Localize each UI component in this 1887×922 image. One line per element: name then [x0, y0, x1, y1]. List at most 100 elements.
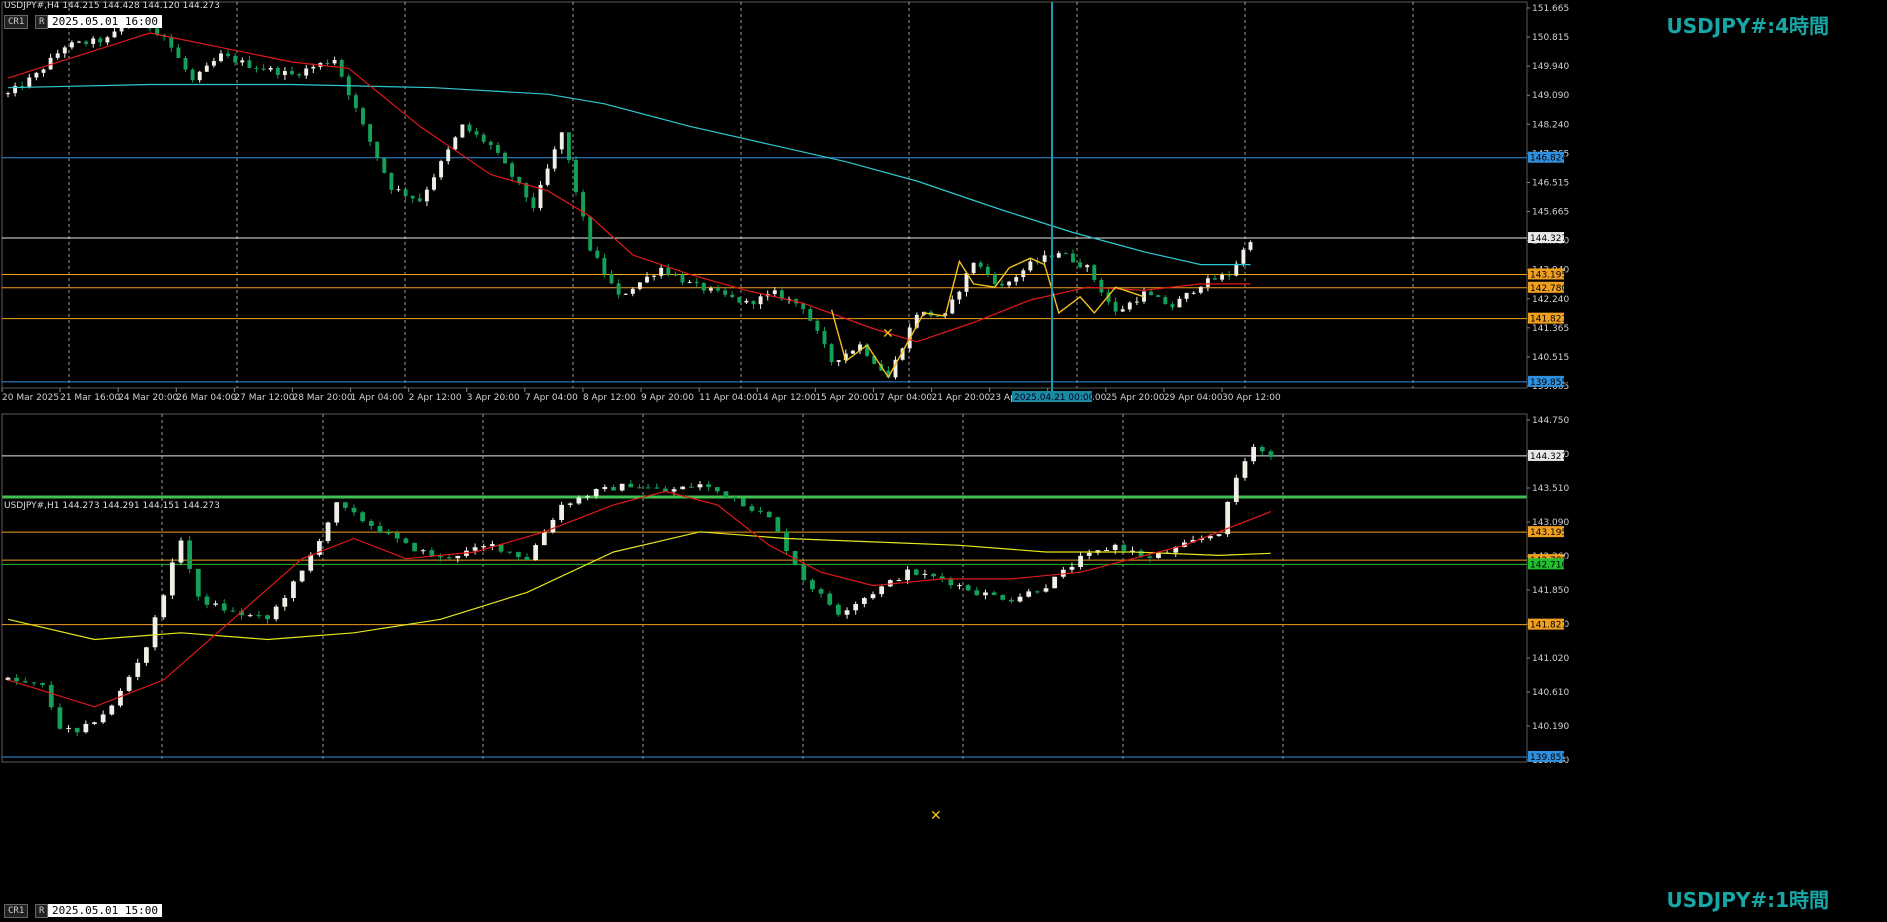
bottom-candle-body: [92, 722, 97, 724]
top-candle-body: [77, 41, 81, 43]
top-candle-body: [1149, 291, 1154, 296]
top-xtick-label: 30 Apr 12:00: [1222, 393, 1281, 403]
bottom-candle-body: [221, 603, 227, 611]
top-candle-body: [460, 124, 465, 138]
bottom-candle-body: [766, 511, 772, 518]
bottom-candle-body: [1156, 553, 1161, 558]
pane-divider: [0, 404, 1887, 410]
top-time-stamp: 2025.05.01 16:00: [48, 15, 162, 28]
top-candle-body: [744, 300, 749, 303]
bottom-candle-body: [550, 520, 556, 533]
top-candle-body: [55, 53, 60, 58]
top-cursor-time-label: 2025.04.21 00:00: [1014, 393, 1095, 403]
top-candle-body: [481, 134, 486, 142]
top-candle-body: [417, 198, 422, 202]
bottom-candle-body: [619, 483, 625, 491]
top-candle-body: [609, 273, 614, 284]
bottom-candle-body: [342, 502, 348, 508]
top-candle-body: [1227, 274, 1232, 276]
top-candle-body: [332, 59, 337, 64]
bottom-candle-body: [671, 489, 677, 492]
top-candle-body: [226, 53, 231, 56]
top-xtick-label: 25 Apr 20:00: [1106, 393, 1165, 403]
bottom-candle-body: [628, 483, 634, 488]
bottom-candle-body: [533, 545, 539, 561]
top-candle-body: [978, 262, 983, 267]
top-candle-body: [439, 161, 444, 178]
bottom-candle-body: [351, 507, 357, 513]
bottom-candle-body: [377, 525, 383, 533]
top-candle-body: [197, 71, 202, 81]
bottom-candle-body: [230, 610, 236, 612]
top-candle-body: [716, 288, 720, 291]
bottom-candle-body: [957, 585, 962, 587]
top-candle-body: [595, 250, 600, 258]
top-candle-body: [616, 283, 621, 295]
top-candle-body: [446, 149, 451, 162]
top-candle-body: [1205, 278, 1210, 287]
bottom-candle-body: [291, 581, 296, 598]
bottom-candle-body: [541, 532, 547, 546]
bottom-ytick-label: 143.510: [1532, 484, 1569, 494]
bottom-candle-body: [1078, 555, 1083, 567]
cr-button[interactable]: CR1: [4, 15, 29, 29]
top-candle-body: [687, 282, 692, 284]
top-candle-body: [694, 282, 699, 284]
bottom-candle-body: [1121, 544, 1127, 551]
bottom-candle-body: [654, 487, 660, 489]
top-candle-body: [240, 60, 245, 63]
bottom-candle-body: [481, 546, 487, 548]
top-candle-body: [361, 108, 365, 125]
top-ytick-label: 149.940: [1532, 62, 1569, 72]
top-candle-body: [708, 288, 713, 291]
top-ytick-label: 150.815: [1532, 33, 1569, 43]
top-xtick-label: 7 Apr 04:00: [525, 393, 578, 403]
top-candle-body: [559, 132, 564, 150]
bottom-candle-body: [758, 510, 763, 512]
top-candle-body: [623, 293, 628, 295]
top-candle-body: [645, 276, 649, 283]
top-candle-body: [282, 71, 287, 75]
bottom-candle-body: [1026, 591, 1032, 597]
top-candle-body: [723, 290, 728, 295]
bottom-candle-body: [247, 615, 253, 617]
top-xtick-label: 26 Mar 04:00: [176, 393, 236, 403]
bottom-candle-body: [1147, 556, 1153, 558]
top-candle-body: [389, 172, 394, 191]
bottom-candle-body: [784, 532, 789, 552]
top-candle-body: [673, 274, 678, 276]
bottom-candle-body: [913, 569, 919, 575]
top-candle-body: [353, 95, 358, 109]
top-candle-body: [1007, 281, 1012, 286]
top-candle-body: [467, 124, 472, 132]
cr-button-bottom[interactable]: CR1: [4, 904, 29, 918]
bottom-candle-body: [1251, 446, 1256, 462]
bottom-candle-body: [31, 682, 37, 684]
top-candle-body: [1113, 301, 1118, 312]
top-candle-body: [183, 58, 188, 70]
top-candle-body: [566, 132, 571, 161]
bottom-candle-body: [394, 532, 400, 539]
bottom-candle-body: [299, 570, 305, 582]
r-button-bottom[interactable]: R: [35, 904, 49, 918]
top-candle-body: [957, 291, 962, 300]
top-candle-body: [261, 68, 266, 70]
bottom-candle-body: [169, 562, 175, 596]
top-candle-body: [552, 149, 557, 169]
top-candle-body: [304, 68, 309, 76]
bottom-candle-body: [637, 487, 642, 489]
top-candle-body: [829, 344, 834, 362]
top-candle-body: [495, 145, 500, 153]
bottom-candle-body: [273, 606, 279, 620]
bottom-candle-body: [559, 504, 564, 521]
top-candle-body: [652, 275, 657, 277]
bottom-candle-body: [965, 585, 971, 591]
top-candle-body: [1163, 297, 1168, 305]
bottom-candle-body: [585, 496, 590, 498]
top-candle-body: [403, 189, 408, 196]
bottom-candle-body: [152, 617, 158, 648]
top-candle-body: [368, 124, 373, 142]
bottom-ytick-label: 141.850: [1532, 586, 1569, 596]
top-price-tag-label: 139.855: [1530, 378, 1567, 388]
r-button[interactable]: R: [35, 15, 49, 29]
